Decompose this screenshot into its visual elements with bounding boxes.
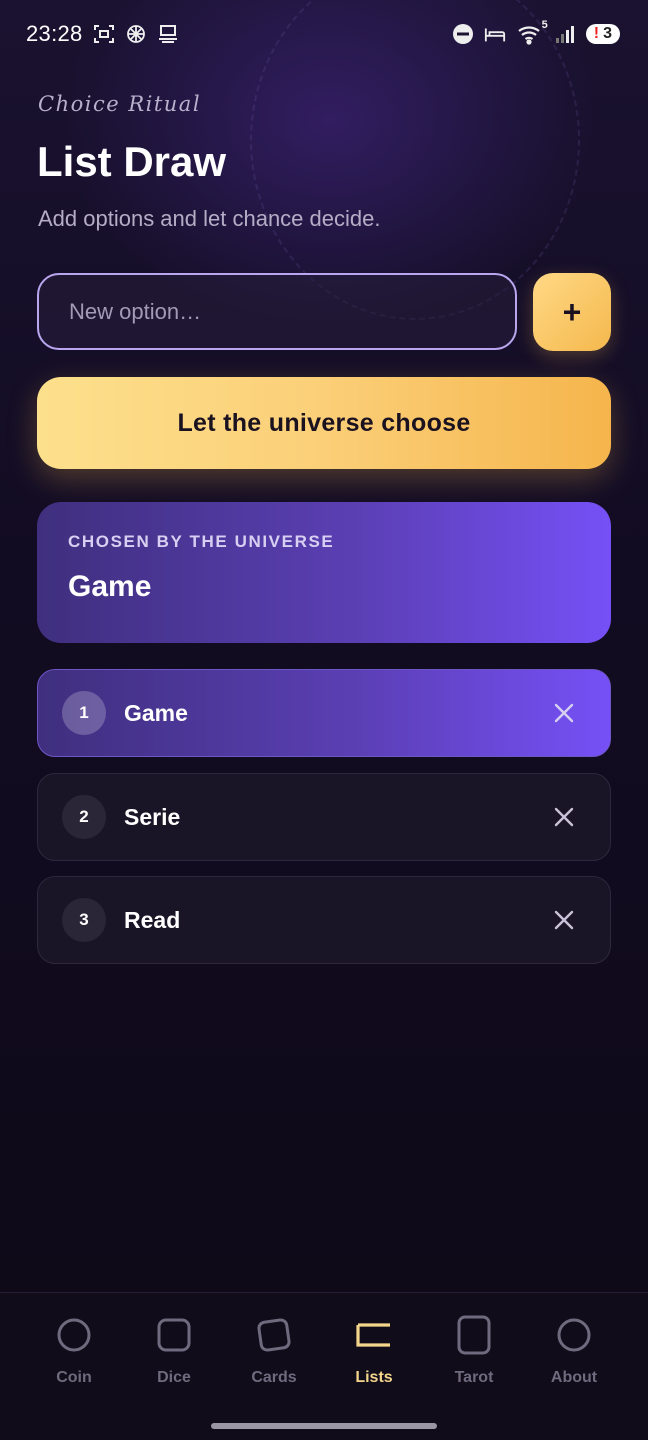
nav-label: Dice xyxy=(157,1369,191,1386)
nav-label: Tarot xyxy=(454,1369,494,1386)
openai-icon xyxy=(125,23,147,45)
nav-label: About xyxy=(550,1369,598,1386)
add-option-button[interactable]: + xyxy=(533,273,611,351)
nav-items: Coin Dice Cards Lists Tarot About xyxy=(0,1315,648,1387)
alert-mark: ! xyxy=(593,25,600,42)
wifi-badge: 5 xyxy=(541,19,548,31)
close-icon[interactable] xyxy=(552,908,576,932)
status-time: 23:28 xyxy=(26,21,83,46)
nav-label: Coin xyxy=(56,1369,92,1386)
option-label: Game xyxy=(124,699,188,726)
option-number: 3 xyxy=(62,898,106,942)
dice-square-icon xyxy=(154,1315,194,1355)
do-not-disturb-icon xyxy=(452,23,474,45)
nav-item-tarot[interactable]: Tarot xyxy=(424,1315,524,1387)
signal-icon xyxy=(554,23,576,45)
result-label: CHOSEN BY THE UNIVERSE xyxy=(68,532,335,551)
option-item[interactable]: 1 Game xyxy=(37,669,611,757)
tarot-card-icon xyxy=(454,1315,494,1355)
choose-button[interactable]: Let the universe choose xyxy=(37,377,611,469)
option-item[interactable]: 3 Read xyxy=(37,876,611,964)
screenshot-icon xyxy=(93,23,115,45)
plus-icon: + xyxy=(562,293,582,330)
option-number: 1 xyxy=(62,691,106,735)
notification-count: 3 xyxy=(603,25,612,42)
screen: 23:28 5 ! 3 Choice Ritual List Draw Add … xyxy=(0,0,648,1440)
new-option-field[interactable] xyxy=(37,273,517,350)
notification-badge: ! 3 xyxy=(585,24,620,44)
cards-icon xyxy=(254,1315,294,1355)
desktop-icon xyxy=(157,23,179,45)
option-item[interactable]: 2 Serie xyxy=(37,773,611,861)
close-icon[interactable] xyxy=(552,805,576,829)
bed-icon xyxy=(484,23,506,45)
nav-item-cards[interactable]: Cards xyxy=(224,1315,324,1387)
status-right: 5 ! 3 xyxy=(452,19,620,45)
option-label: Serie xyxy=(124,803,181,830)
result-value: Game xyxy=(68,570,152,603)
option-number: 2 xyxy=(62,795,106,839)
status-bar: 23:28 5 ! 3 xyxy=(0,0,648,68)
nav-label: Lists xyxy=(355,1369,393,1386)
nav-item-about[interactable]: About xyxy=(524,1315,624,1387)
result-card: CHOSEN BY THE UNIVERSE Game xyxy=(37,502,611,643)
close-icon[interactable] xyxy=(552,701,576,725)
option-label: Read xyxy=(124,906,181,933)
choose-button-label: Let the universe choose xyxy=(177,408,471,437)
bottom-navigation: Coin Dice Cards Lists Tarot About xyxy=(0,1292,648,1440)
nav-label: Cards xyxy=(251,1369,297,1386)
coin-circle-icon xyxy=(54,1315,94,1355)
home-indicator[interactable] xyxy=(211,1423,437,1429)
nav-item-coin[interactable]: Coin xyxy=(24,1315,124,1387)
status-left: 23:28 xyxy=(26,21,179,47)
about-circle-icon xyxy=(554,1315,594,1355)
new-option-input[interactable] xyxy=(69,298,515,325)
lists-icon xyxy=(354,1315,394,1355)
nav-item-dice[interactable]: Dice xyxy=(124,1315,224,1387)
eyebrow-text: Choice Ritual xyxy=(38,92,202,116)
wifi-icon: 5 xyxy=(516,19,548,45)
page-subtitle: Add options and let chance decide. xyxy=(38,206,381,231)
nav-item-lists[interactable]: Lists xyxy=(324,1315,424,1387)
page-title: List Draw xyxy=(37,138,227,185)
